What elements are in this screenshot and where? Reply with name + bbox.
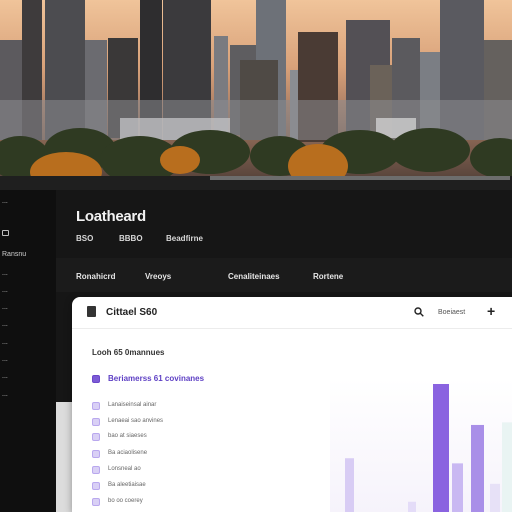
sidebar-item[interactable]: ... [2,321,8,328]
tab-cenaliteinaes[interactable]: Cenaliteinaes [228,272,280,281]
list-item-label: Lonsneal ao [108,466,141,472]
sidebar-item[interactable]: ... [2,339,8,346]
chart-bar [502,422,512,512]
sidebar-item[interactable]: ... [2,391,8,398]
meta-item: BSO [76,234,94,243]
panel-edge [56,402,72,512]
checkbox[interactable] [92,402,100,410]
list-item-label: bao at siaeses [108,433,147,439]
list-item[interactable]: Lenaeai sao anvines [92,417,212,429]
list-item[interactable]: Beriamerss 61 covinanes [92,374,212,386]
list-item[interactable]: Lonsneal ao [92,465,212,477]
document-icon [87,306,96,317]
sidebar-item[interactable]: ... [2,356,8,363]
list-item-label: Lanaiseinsal ainar [108,402,157,408]
sidebar-item[interactable]: ... [2,287,8,294]
meta-item: Beadfirne [166,234,203,243]
list-item[interactable]: Lanaiseinsal ainar [92,401,212,413]
page-title: Loatheard [76,208,146,225]
sidebar-item[interactable]: ... [2,304,8,311]
list-item[interactable]: Ba aciaolisene [92,449,212,461]
checkbox[interactable] [92,466,100,474]
card-title: Cittael S60 [106,307,158,318]
search-icon[interactable] [414,307,424,317]
chart-bar [408,501,416,512]
list-item-label: bo oo coerey [108,498,143,504]
list-item[interactable]: bo oo coerey [92,497,212,509]
tab-bar [56,258,512,292]
checkbox[interactable] [92,482,100,490]
folder-icon[interactable] [2,230,9,236]
list-item-label: Ba aleetiaisae [108,482,146,488]
bar-chart [345,384,512,512]
list-item-label: Lenaeai sao anvines [108,418,164,424]
section-label: Looh 65 0mannues [92,348,165,357]
list-item[interactable]: bao at siaeses [92,432,212,444]
checkbox[interactable] [92,418,100,426]
add-icon[interactable]: + [487,304,495,318]
chart-bar [452,463,463,512]
chart-bar [433,384,449,512]
list-item-label: Beriamerss 61 covinanes [108,374,205,383]
checkbox[interactable] [92,433,100,441]
checkbox[interactable] [92,450,100,458]
chart-bar [471,424,484,512]
list-item-label: Ba aciaolisene [108,450,148,456]
chart-bar [490,483,500,512]
sidebar-item[interactable]: ... [2,270,8,277]
sidebar-item[interactable]: Ransnu [2,251,26,258]
sidebar-item[interactable]: ... [2,373,8,380]
sidebar-item[interactable]: ... [2,198,8,205]
tab-ronahicrd[interactable]: Ronahicrd [76,272,116,281]
meta-item: BBBO [119,234,143,243]
list-item[interactable]: Ba aleetiaisae [92,481,212,493]
tab-rortene[interactable]: Rortene [313,272,343,281]
checkbox[interactable] [92,375,100,383]
tab-vreoys[interactable]: Vreoys [145,272,171,281]
checkbox[interactable] [92,498,100,506]
skyline-illustration [0,0,512,190]
sidebar [0,190,56,512]
chart-bar [345,458,354,512]
chart-panel [330,378,512,512]
filter-dropdown[interactable]: Boeiaest [438,309,465,316]
hero-skyline-image [0,0,512,190]
